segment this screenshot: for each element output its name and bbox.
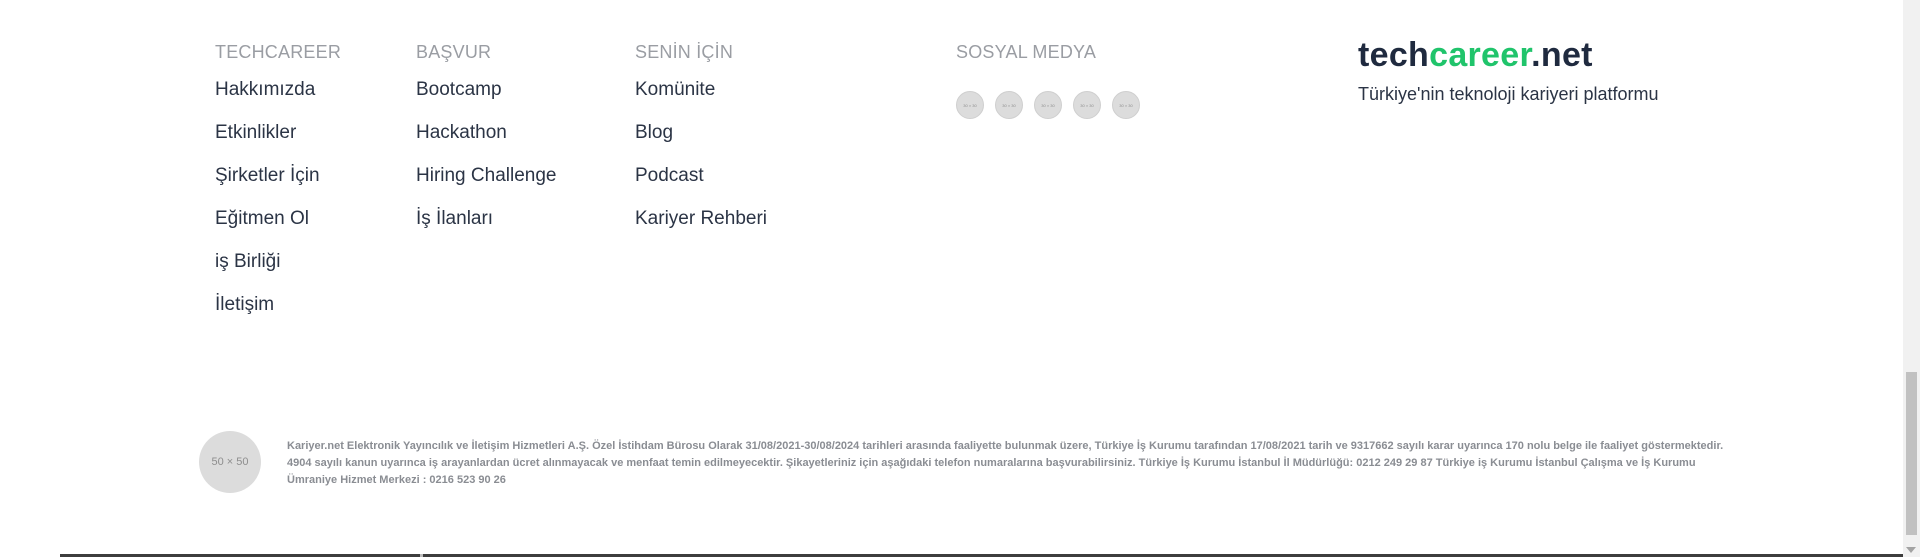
link-is-birligi[interactable]: iş Birliği <box>215 250 341 293</box>
link-kariyer-rehberi[interactable]: Kariyer Rehberi <box>635 207 767 250</box>
link-is-ilanlari[interactable]: İş İlanları <box>416 207 556 250</box>
logo-part-net: .net <box>1531 36 1593 74</box>
link-podcast[interactable]: Podcast <box>635 164 767 207</box>
scroll-down-arrow-icon[interactable] <box>1906 547 1916 553</box>
social-icons: 30 × 30 30 × 30 30 × 30 30 × 30 30 × 30 <box>956 91 1151 119</box>
link-komunite[interactable]: Komünite <box>635 78 767 121</box>
footer-column-basvur: BAŞVUR Bootcamp Hackathon Hiring Challen… <box>416 40 556 250</box>
link-iletisim[interactable]: İletişim <box>215 293 341 336</box>
social-icon-4[interactable]: 30 × 30 <box>1073 91 1101 119</box>
legal-notice: Kariyer.net Elektronik Yayıncılık ve İle… <box>287 440 1724 486</box>
logo-part-career: career <box>1429 36 1532 74</box>
footer-column-techcareer: TECHCAREER Hakkımızda Etkinlikler Şirket… <box>215 40 341 336</box>
link-sirketler-icin[interactable]: Şirketler İçin <box>215 164 341 207</box>
footer-brand: techcareer.net Türkiye'nin teknoloji kar… <box>1358 35 1659 105</box>
link-hakkimizda[interactable]: Hakkımızda <box>215 78 341 121</box>
link-egitmen-ol[interactable]: Eğitmen Ol <box>215 207 341 250</box>
logo-part-tech: tech <box>1358 36 1430 74</box>
legal-badge-placeholder: 50 × 50 <box>199 431 261 493</box>
column-heading: TECHCAREER <box>215 42 342 62</box>
social-icon-1[interactable]: 30 × 30 <box>956 91 984 119</box>
social-icon-3[interactable]: 30 × 30 <box>1034 91 1062 119</box>
social-icon-2[interactable]: 30 × 30 <box>995 91 1023 119</box>
page-scrollbar[interactable] <box>1903 0 1920 557</box>
link-hiring-challenge[interactable]: Hiring Challenge <box>416 164 556 207</box>
brand-tagline: Türkiye'nin teknoloji kariyeri platformu <box>1358 84 1659 104</box>
footer-column-senin-icin: SENİN İÇİN Komünite Blog Podcast Kariyer… <box>635 40 767 250</box>
column-heading: SOSYAL MEDYA <box>956 42 1097 62</box>
link-bootcamp[interactable]: Bootcamp <box>416 78 556 121</box>
techcareer-logo[interactable]: techcareer.net <box>1358 35 1659 75</box>
column-heading: BAŞVUR <box>416 42 492 62</box>
link-etkinlikler[interactable]: Etkinlikler <box>215 121 341 164</box>
link-blog[interactable]: Blog <box>635 121 767 164</box>
link-hackathon[interactable]: Hackathon <box>416 121 556 164</box>
scrollbar-thumb[interactable] <box>1906 372 1917 535</box>
column-heading: SENİN İÇİN <box>635 42 734 62</box>
social-icon-5[interactable]: 30 × 30 <box>1112 91 1140 119</box>
footer-column-sosyal-medya: SOSYAL MEDYA <box>956 40 1096 78</box>
